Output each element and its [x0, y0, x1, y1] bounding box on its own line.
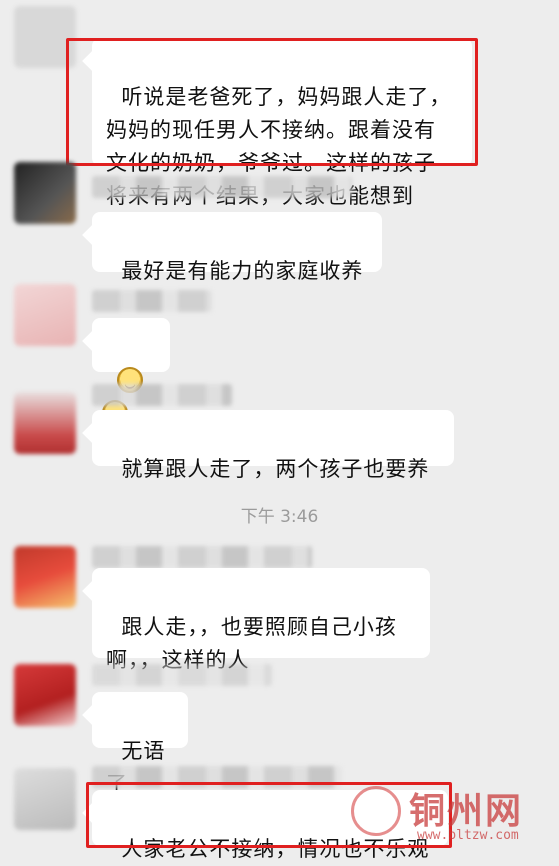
- message-bubble[interactable]: 就算跟人走了，两个孩子也要养: [92, 410, 454, 481]
- avatar[interactable]: [14, 768, 76, 830]
- avatar[interactable]: [14, 162, 76, 224]
- highlight-box: [66, 38, 478, 166]
- message-bubble[interactable]: 最好是有能力的家庭收养: [92, 212, 382, 283]
- sender-name: [92, 384, 232, 406]
- avatar[interactable]: [14, 392, 76, 454]
- seal-icon: [351, 786, 401, 836]
- avatar[interactable]: [14, 546, 76, 608]
- sender-name: [92, 176, 352, 198]
- avatar[interactable]: [14, 664, 76, 726]
- sender-name: [92, 664, 272, 686]
- message-bubble[interactable]: [92, 318, 170, 426]
- avatar[interactable]: [14, 284, 76, 346]
- sender-name: [92, 546, 312, 568]
- message-text: 最好是有能力的家庭收养: [121, 259, 364, 283]
- watermark-title: 铜州网: [409, 790, 524, 832]
- watermark-url: www.bltzw.com: [417, 828, 519, 843]
- message-bubble[interactable]: 无语了: [92, 692, 188, 796]
- sender-name: [92, 290, 212, 312]
- message-text: 就算跟人走了，两个孩子也要养: [121, 457, 430, 481]
- message-bubble[interactable]: 跟人走，，也要照顾自己小孩 啊，，这样的人: [92, 568, 430, 672]
- watermark: 铜州网 www.bltzw.com: [351, 782, 551, 848]
- timestamp: 下午 3:46: [240, 507, 319, 527]
